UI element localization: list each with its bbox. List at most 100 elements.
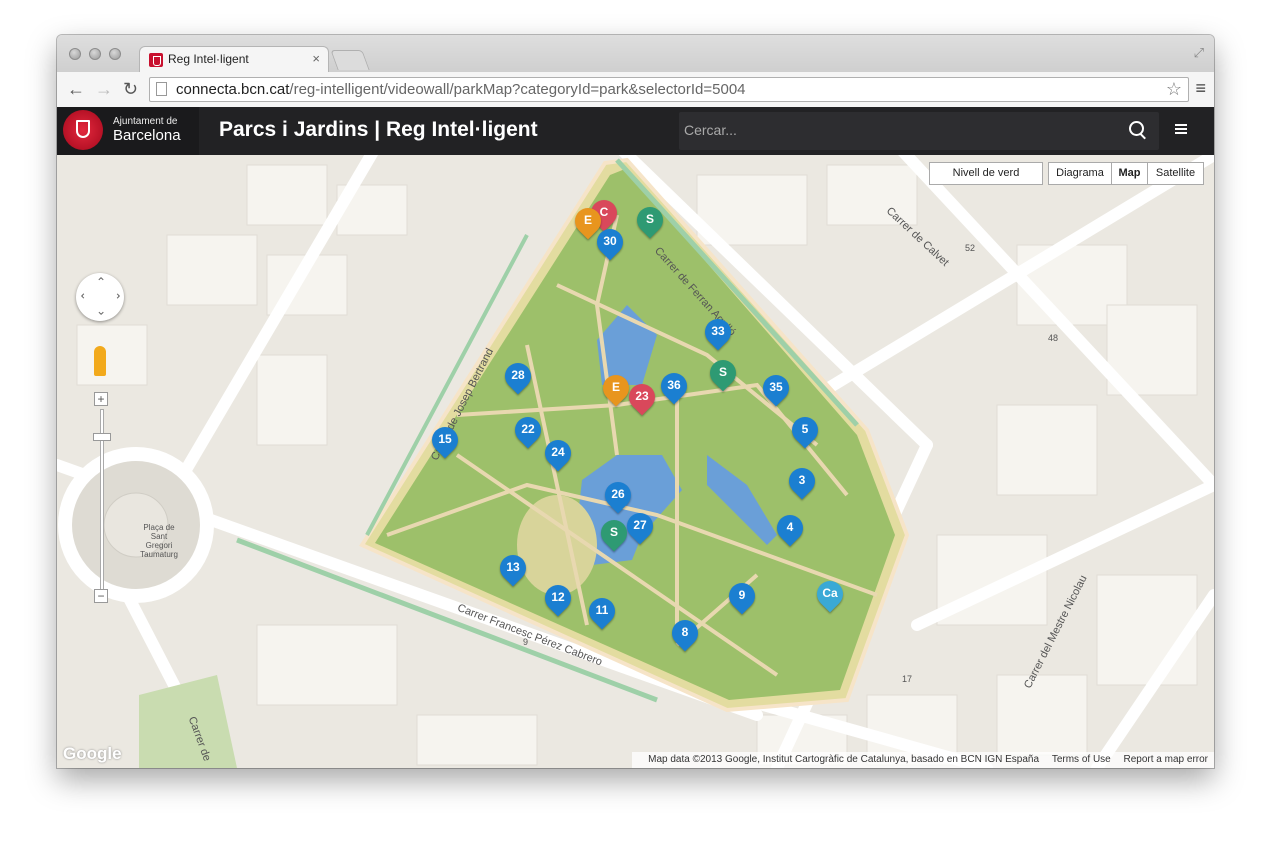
zoom-in-button[interactable]: + xyxy=(94,392,108,406)
map-marker[interactable]: 11 xyxy=(583,592,621,632)
logo-line2: Barcelona xyxy=(113,127,181,144)
nivell-de-verd-button[interactable]: Nivell de verd xyxy=(929,162,1043,185)
street-view-pegman-icon[interactable] xyxy=(94,346,106,376)
map-marker[interactable]: 12 xyxy=(539,579,577,619)
street-number-48: 48 xyxy=(1048,333,1059,343)
new-tab-button[interactable] xyxy=(330,50,370,70)
map-marker[interactable]: S xyxy=(704,354,742,394)
street-number-52: 52 xyxy=(965,243,976,253)
marker-label: 36 xyxy=(667,378,681,392)
marker-label: S xyxy=(609,525,618,539)
browser-tab[interactable]: Reg Intel·ligent × xyxy=(139,46,329,72)
browser-window: Reg Intel·ligent × ⤢ ← → ↻ connecta.bcn.… xyxy=(57,35,1214,768)
pan-up-icon[interactable]: ⌃ xyxy=(96,275,106,289)
map-marker[interactable]: 28 xyxy=(499,357,537,397)
marker-label: E xyxy=(611,380,620,394)
pan-control[interactable]: ⌃ ⌃ ⌃ ⌃ xyxy=(76,273,124,321)
report-map-error-link[interactable]: Report a map error xyxy=(1124,754,1208,765)
pan-right-icon[interactable]: ⌃ xyxy=(108,291,122,301)
map-marker[interactable]: 27 xyxy=(621,507,659,547)
close-window-button[interactable] xyxy=(69,48,81,60)
pan-left-icon[interactable]: ⌃ xyxy=(79,291,93,301)
marker-label: 13 xyxy=(506,560,520,574)
barcelona-shield-icon xyxy=(63,110,103,150)
map-marker[interactable]: 33 xyxy=(699,313,737,353)
marker-label: 8 xyxy=(681,625,689,639)
map-attribution: Map data ©2013 Google, Institut Cartogrà… xyxy=(632,752,1214,768)
tab-title: Reg Intel·ligent xyxy=(168,52,249,66)
map-marker[interactable]: 3 xyxy=(783,462,821,502)
marker-label: S xyxy=(645,212,654,226)
tab-bar: Reg Intel·ligent × ⤢ xyxy=(57,35,1214,72)
search-box[interactable]: Cercar... xyxy=(679,112,1159,150)
terms-of-use-link[interactable]: Terms of Use xyxy=(1052,754,1111,765)
marker-label: 23 xyxy=(635,389,649,403)
map-marker[interactable]: Ca xyxy=(811,575,849,615)
marker-label: 28 xyxy=(511,368,525,382)
fullscreen-icon[interactable]: ⤢ xyxy=(1194,45,1204,61)
browser-menu-icon[interactable]: ≡ xyxy=(1195,78,1206,99)
map-marker[interactable]: 5 xyxy=(786,411,824,451)
ajuntament-logo[interactable]: Ajuntament de Barcelona xyxy=(57,107,199,155)
map-marker[interactable]: 8 xyxy=(666,614,704,654)
url-path: /reg-intelligent/videowall/parkMap?categ… xyxy=(289,81,746,98)
search-input[interactable]: Cercar... xyxy=(684,122,737,138)
minimize-window-button[interactable] xyxy=(89,48,101,60)
map-type-map-button[interactable]: Map xyxy=(1111,162,1148,185)
browser-toolbar: ← → ↻ connecta.bcn.cat/reg-intelligent/v… xyxy=(57,72,1214,108)
marker-label: E xyxy=(583,213,592,227)
map-marker[interactable]: 26 xyxy=(599,476,637,516)
bookmark-star-icon[interactable]: ☆ xyxy=(1166,79,1182,100)
address-bar[interactable]: connecta.bcn.cat/reg-intelligent/videowa… xyxy=(149,77,1189,102)
map-marker[interactable]: E xyxy=(597,369,635,409)
url-text: connecta.bcn.cat/reg-intelligent/videowa… xyxy=(176,81,746,98)
hamburger-menu-icon[interactable] xyxy=(1175,124,1187,136)
marker-label: 24 xyxy=(551,445,565,459)
marker-label: 9 xyxy=(738,588,746,602)
marker-label: 3 xyxy=(798,473,806,487)
map-marker[interactable]: 23 xyxy=(623,378,661,418)
map-marker[interactable]: 9 xyxy=(723,577,761,617)
url-host: connecta.bcn.cat xyxy=(176,81,290,98)
map-marker[interactable]: 13 xyxy=(494,549,532,589)
page-title: Parcs i Jardins | Reg Intel·ligent xyxy=(219,118,538,141)
page-icon xyxy=(156,82,167,96)
map-marker[interactable]: 36 xyxy=(655,367,693,407)
map-marker[interactable]: 24 xyxy=(539,434,577,474)
logo-line1: Ajuntament de xyxy=(113,116,178,127)
marker-label: 15 xyxy=(438,432,452,446)
zoom-slider-knob[interactable] xyxy=(93,433,111,441)
map-marker[interactable]: S xyxy=(631,201,669,241)
map-marker[interactable]: S xyxy=(595,514,633,554)
google-logo: Google xyxy=(63,744,122,763)
barcelona-favicon-icon xyxy=(149,53,163,67)
marker-label: 4 xyxy=(786,520,794,534)
diagrama-button[interactable]: Diagrama xyxy=(1048,162,1112,185)
map-marker[interactable]: 4 xyxy=(771,509,809,549)
close-tab-icon[interactable]: × xyxy=(312,51,320,66)
zoom-out-button[interactable]: − xyxy=(94,589,108,603)
map-type-satellite-button[interactable]: Satellite xyxy=(1147,162,1204,185)
marker-label: 27 xyxy=(633,518,647,532)
marker-label: 12 xyxy=(551,590,565,604)
map-marker[interactable]: 35 xyxy=(757,369,795,409)
park-map[interactable]: Carrer de Calvet Carrer de Ferran Agulló… xyxy=(57,155,1214,768)
plaza-label: Plaça de Sant Gregori Taumaturg xyxy=(140,523,178,559)
map-data-text: Map data ©2013 Google, Institut Cartogrà… xyxy=(648,754,1040,765)
marker-label: 33 xyxy=(711,324,725,338)
back-button[interactable]: ← xyxy=(67,77,85,101)
forward-button[interactable]: → xyxy=(95,77,113,101)
marker-label: 30 xyxy=(603,234,617,248)
reload-button[interactable]: ↻ xyxy=(123,77,138,101)
map-marker[interactable]: 22 xyxy=(509,411,547,451)
search-icon[interactable] xyxy=(1123,116,1153,146)
marker-label: Ca xyxy=(822,586,838,600)
map-marker[interactable]: 15 xyxy=(426,421,464,461)
street-number-17: 17 xyxy=(902,674,913,684)
street-number-9: 9 xyxy=(523,637,529,647)
map-marker[interactable]: 30 xyxy=(591,223,629,263)
zoom-window-button[interactable] xyxy=(109,48,121,60)
pan-down-icon[interactable]: ⌃ xyxy=(96,303,106,317)
marker-label: 5 xyxy=(801,422,809,436)
marker-label: 11 xyxy=(595,603,609,617)
